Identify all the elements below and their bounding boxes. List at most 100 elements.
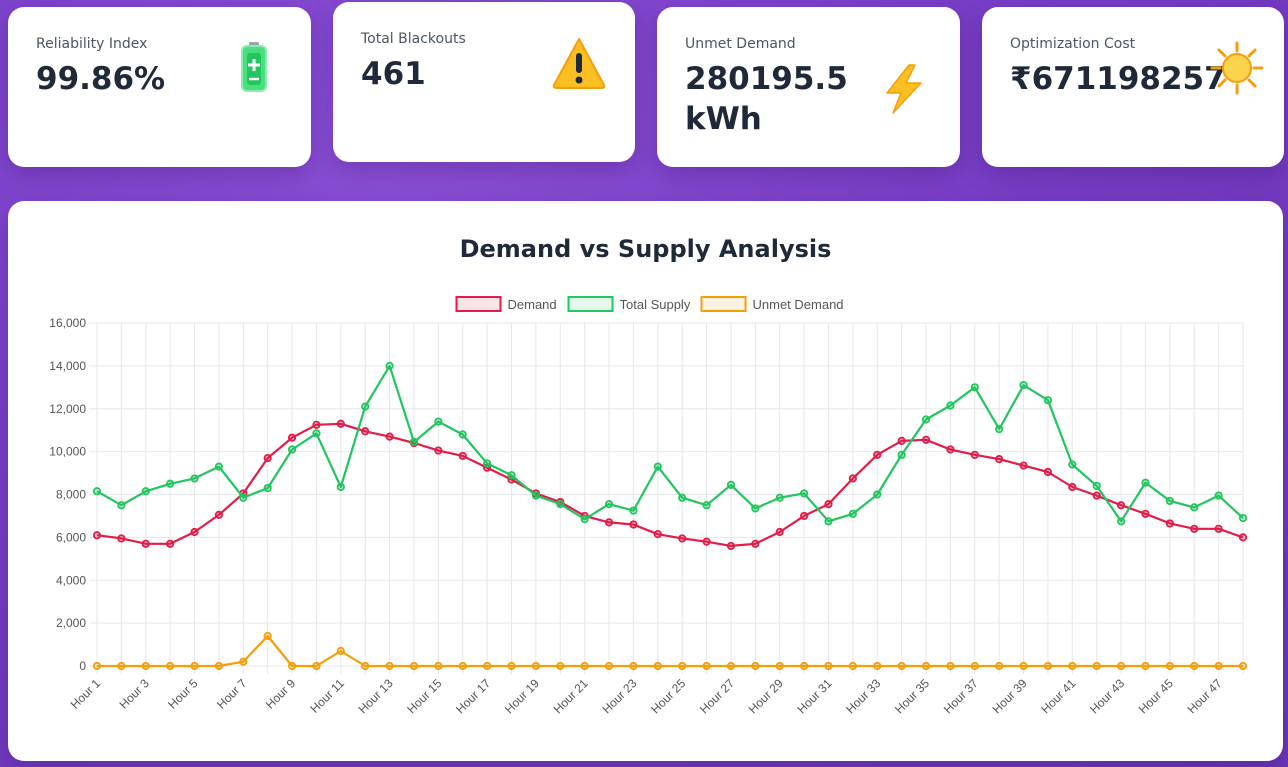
data-point <box>361 427 370 436</box>
data-point <box>556 500 565 509</box>
x-tick-label: Hour 47 <box>1185 676 1225 716</box>
data-point <box>800 661 809 671</box>
stat-card-optimization-cost: Optimization Cost ₹671198257 <box>982 7 1284 167</box>
data-point <box>239 493 248 502</box>
x-tick-label: Hour 13 <box>356 676 396 716</box>
data-point <box>190 527 199 537</box>
legend-swatch <box>700 296 747 312</box>
x-tick-label: Hour 17 <box>453 676 493 716</box>
y-tick-label: 8,000 <box>56 488 86 502</box>
data-point <box>263 483 272 493</box>
x-tick-label: Hour 23 <box>599 676 639 716</box>
data-point <box>702 501 711 510</box>
data-point <box>166 539 175 548</box>
data-point <box>702 661 711 671</box>
data-point <box>824 661 833 671</box>
data-point <box>385 432 394 441</box>
y-tick-label: 10,000 <box>49 445 86 459</box>
x-tick-label: Hour 9 <box>263 676 299 712</box>
data-point <box>775 661 784 671</box>
data-point <box>946 661 955 671</box>
stat-card-reliability: Reliability Index 99.86% <box>8 7 311 167</box>
x-tick-label: Hour 39 <box>990 676 1030 716</box>
data-point <box>775 527 784 537</box>
data-point <box>751 504 760 513</box>
data-point <box>458 430 467 439</box>
data-point <box>312 420 321 429</box>
data-point <box>604 518 614 527</box>
data-point <box>1068 460 1077 469</box>
data-point <box>190 661 199 671</box>
demand-supply-line-chart: 0 2,000 4,000 6,000 8,000 10,000 12,000 14,000 1… <box>49 296 1248 716</box>
x-tick-label: Hour 35 <box>892 676 932 716</box>
legend-swatch <box>455 296 502 312</box>
data-point <box>312 429 321 438</box>
data-point <box>1092 481 1101 491</box>
y-tick-label: 6,000 <box>56 530 86 544</box>
data-point <box>678 661 687 671</box>
data-point <box>361 661 370 671</box>
data-point <box>726 541 736 551</box>
data-point <box>458 661 467 671</box>
series-line <box>96 364 1244 523</box>
data-point <box>287 433 297 442</box>
data-point <box>604 661 614 671</box>
data-point <box>92 661 102 671</box>
data-point <box>873 490 882 499</box>
lightning-icon <box>879 63 927 126</box>
chart-card: Demand vs Supply Analysis 0 2,000 4,000 6,0… <box>8 201 1283 761</box>
data-point <box>604 500 614 509</box>
data-point <box>653 462 662 471</box>
x-tick-label: Hour 1 <box>68 676 104 712</box>
stat-label: Unmet Demand <box>685 36 796 52</box>
data-point <box>775 493 784 502</box>
data-point <box>556 661 565 671</box>
data-point <box>995 661 1004 671</box>
data-point <box>409 437 419 447</box>
data-point <box>239 657 248 666</box>
data-point <box>1116 517 1126 526</box>
data-point <box>897 450 906 459</box>
x-tick-label: Hour 31 <box>795 676 835 716</box>
data-point <box>800 511 809 521</box>
data-point <box>1141 478 1150 487</box>
y-tick-label: 12,000 <box>49 402 86 416</box>
x-tick-label: Hour 7 <box>214 676 250 712</box>
data-point <box>1190 661 1199 671</box>
data-point <box>848 474 857 483</box>
x-tick-label: Hour 29 <box>746 676 786 716</box>
data-point <box>117 534 126 543</box>
x-tick-label: Hour 15 <box>404 676 444 716</box>
data-point <box>263 631 272 641</box>
x-tick-label: Hour 25 <box>648 676 688 716</box>
data-point <box>1238 533 1248 542</box>
data-point <box>1019 461 1028 470</box>
data-point <box>702 537 711 546</box>
x-tick-label: Hour 33 <box>843 676 883 716</box>
data-point <box>92 531 102 540</box>
data-point <box>117 661 126 671</box>
stat-card-unmet-demand: Unmet Demand 280195.5 kWh <box>657 7 960 167</box>
stat-label: Optimization Cost <box>1010 36 1136 52</box>
data-point <box>1214 491 1223 500</box>
data-point <box>726 480 736 489</box>
data-point <box>1043 396 1053 405</box>
data-point <box>141 487 150 496</box>
data-point <box>1116 501 1126 510</box>
data-point <box>897 436 906 446</box>
data-point <box>995 425 1004 434</box>
stat-value: ₹671198257 <box>1010 61 1226 97</box>
x-tick-label: Hour 21 <box>551 676 591 716</box>
data-point <box>434 417 443 426</box>
data-point <box>190 474 199 483</box>
data-point <box>483 459 492 468</box>
data-point <box>1141 509 1150 518</box>
data-point <box>970 661 979 671</box>
data-point <box>92 487 102 496</box>
data-point <box>1190 503 1199 512</box>
data-point <box>263 453 272 463</box>
data-point <box>824 500 833 509</box>
data-point <box>166 479 175 488</box>
stat-value-unit: kWh <box>685 101 762 137</box>
data-point <box>336 419 345 428</box>
